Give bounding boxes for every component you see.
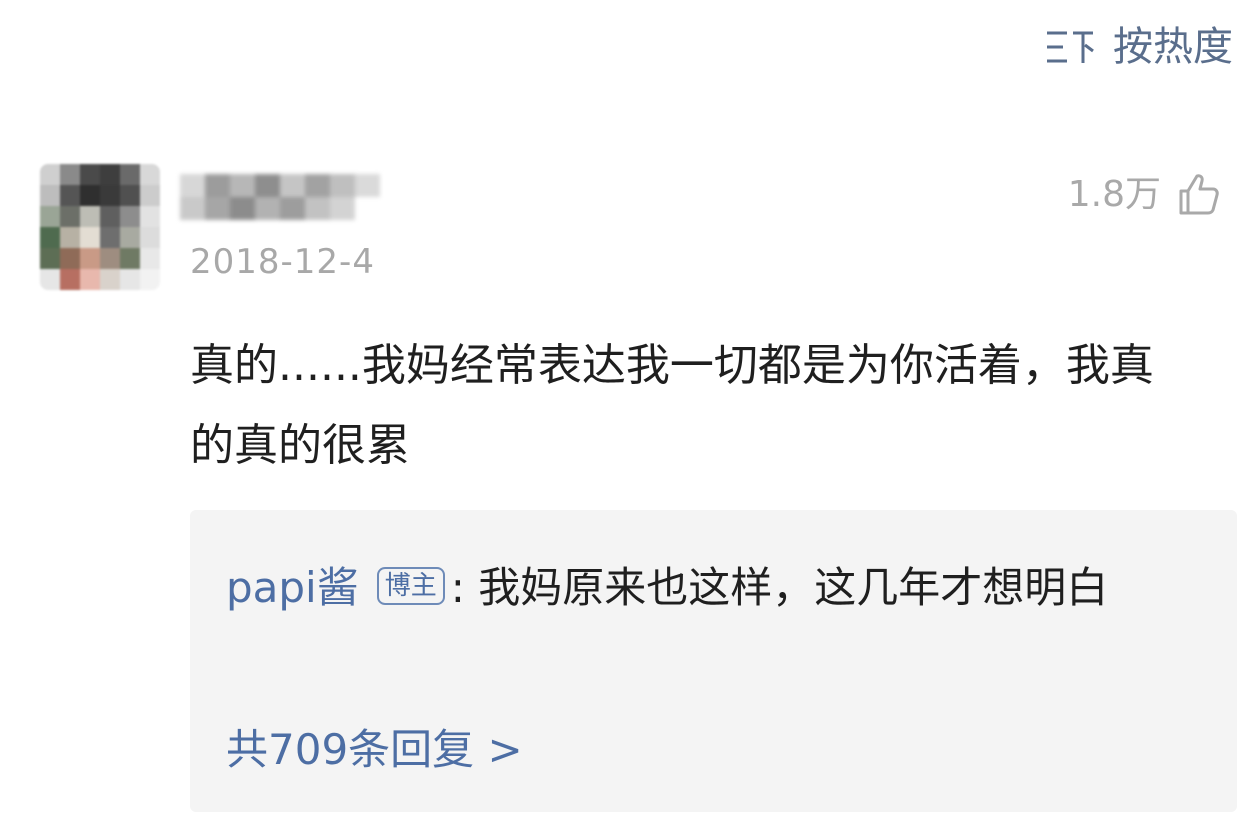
sort-icon <box>1047 31 1094 63</box>
comment-text: 真的......我妈经常表达我一切都是为你活着，我真的真的很累 <box>190 340 1154 471</box>
reply-separator: : <box>450 563 465 612</box>
sort-by-hot-button[interactable]: 按热度 <box>1045 22 1233 72</box>
like-count: 1.8万 <box>1067 174 1161 215</box>
reply-text: 我妈原来也这样，这几年才想明白 <box>478 563 1109 612</box>
username-blurred[interactable] <box>180 174 380 220</box>
view-all-replies-link[interactable]: 共709条回复 > <box>226 720 523 780</box>
blogger-badge: 博主 <box>376 567 445 605</box>
reply-line: papi酱 博主: 我妈原来也这样，这几年才想明白 <box>226 558 1176 618</box>
reply-author[interactable]: papi酱 <box>226 563 359 612</box>
comment-date: 2018-12-4 <box>190 242 375 282</box>
thumbs-up-icon <box>1179 174 1219 215</box>
avatar[interactable] <box>40 164 160 290</box>
like-button[interactable]: 1.8万 <box>1068 170 1223 220</box>
comment-page: 按热度 2018-12-4 1.8万 真的......我妈经常表达我一切都是为你… <box>0 0 1257 828</box>
reply-box[interactable]: papi酱 博主: 我妈原来也这样，这几年才想明白 共709条回复 > <box>190 510 1237 812</box>
sort-label: 按热度 <box>1113 24 1233 70</box>
